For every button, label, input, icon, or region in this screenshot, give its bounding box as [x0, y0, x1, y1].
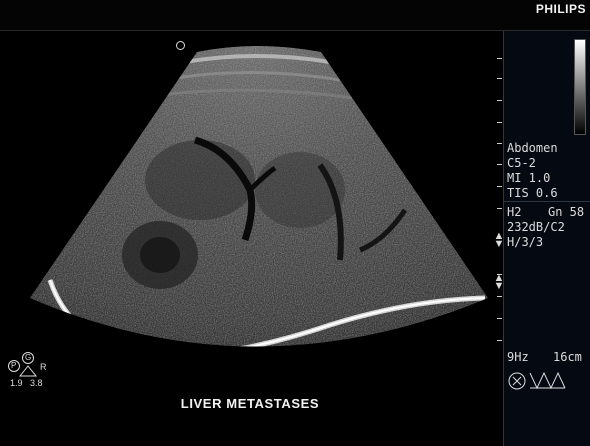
orientation-marker: [176, 41, 185, 50]
harmonic-label: H2: [507, 205, 522, 219]
depth-tick: [497, 100, 502, 101]
depth-tick: [497, 318, 502, 319]
brand-logo: PHILIPS: [535, 2, 586, 16]
depth-value: 16cm: [553, 350, 582, 364]
depth-tick: [497, 58, 502, 59]
image-caption: LIVER METASTASES: [180, 396, 320, 411]
depth-tick: [497, 296, 502, 297]
r-label: R: [40, 362, 47, 372]
tis-value: TIS 0.6: [507, 186, 558, 200]
dynamic-range-value: 232dB/C2: [507, 220, 565, 234]
gain-value: Gn 58: [548, 205, 585, 219]
depth-tick: [497, 78, 502, 79]
depth-tick: [497, 164, 502, 165]
depth-tick: [497, 186, 502, 187]
corner-value-2: 3.8: [30, 378, 43, 388]
top-bar: PHILIPS: [0, 0, 590, 31]
persistence-value: H/3/3: [507, 235, 544, 249]
preset-label: Abdomen: [507, 141, 558, 155]
probe-orientation-icon: [508, 371, 566, 390]
corner-value-1: 1.9: [10, 378, 23, 388]
probe-position-indicator: P G R 1.9 3.8: [8, 352, 68, 388]
depth-tick: [497, 143, 502, 144]
grayscale-bar: [574, 39, 586, 135]
depth-tick: [497, 208, 502, 209]
mi-value: MI 1.0: [507, 171, 551, 185]
g-label: G: [25, 353, 32, 362]
probe-position-icon: [8, 352, 38, 377]
depth-tick: [497, 122, 502, 123]
p-label: P: [11, 361, 17, 370]
frame-rate-value: 9Hz: [507, 350, 529, 364]
probe-label: C5-2: [507, 156, 536, 170]
depth-tick: [497, 340, 502, 341]
ultrasound-image: [30, 46, 488, 347]
